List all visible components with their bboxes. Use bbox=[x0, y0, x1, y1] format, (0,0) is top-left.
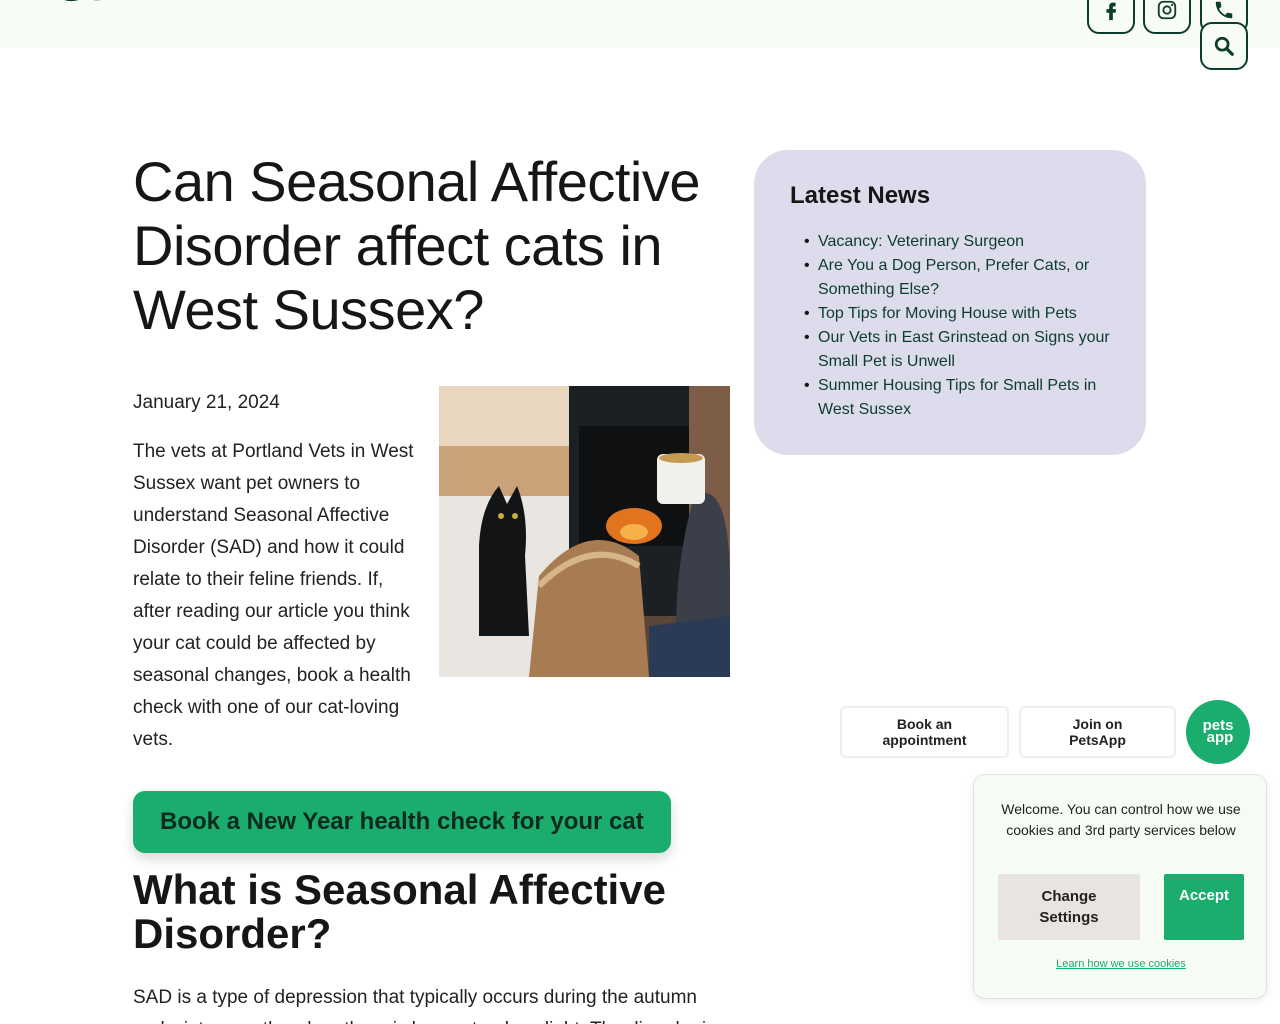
instagram-icon bbox=[1157, 0, 1177, 20]
news-item[interactable]: Are You a Dog Person, Prefer Cats, or So… bbox=[804, 254, 1110, 302]
section-body: SAD is a type of depression that typical… bbox=[133, 987, 716, 1024]
page-title: Can Seasonal Affective Disorder affect c… bbox=[133, 150, 701, 341]
article-intro: The vets at Portland Vets in West Sussex… bbox=[133, 441, 414, 750]
book-health-check-button[interactable]: Book a New Year health check for your ca… bbox=[133, 791, 671, 853]
cat-by-fireplace-image bbox=[439, 386, 730, 677]
join-petsapp-button[interactable]: Join on PetsApp bbox=[1019, 706, 1176, 758]
news-item[interactable]: Vacancy: Veterinary Surgeon bbox=[804, 230, 1110, 254]
facebook-icon bbox=[1106, 2, 1117, 21]
section-heading: What is Seasonal Affective Disorder? bbox=[133, 866, 666, 957]
site-header bbox=[0, 0, 1280, 48]
search-button[interactable] bbox=[1200, 22, 1248, 70]
accept-cookies-button[interactable]: Accept bbox=[1164, 874, 1244, 940]
book-appointment-button[interactable]: Book an appointment bbox=[840, 706, 1009, 758]
change-settings-button[interactable]: Change Settings bbox=[998, 874, 1140, 940]
article: Can Seasonal Affective Disorder affect c… bbox=[133, 150, 733, 1024]
book-appointment-label: Book an appointment bbox=[882, 716, 967, 748]
learn-cookies-link[interactable]: Learn how we use cookies bbox=[974, 958, 1268, 970]
news-item[interactable]: Top Tips for Moving House with Pets bbox=[804, 302, 1110, 326]
latest-news-list: Vacancy: Veterinary Surgeon Are You a Do… bbox=[790, 230, 1110, 422]
cookie-banner: Welcome. You can control how we use cook… bbox=[973, 774, 1267, 999]
instagram-button[interactable] bbox=[1143, 0, 1191, 34]
latest-news-panel: Latest News Vacancy: Veterinary Surgeon … bbox=[754, 150, 1146, 455]
petsapp-launcher-button[interactable]: pets app bbox=[1186, 700, 1250, 764]
phone-icon bbox=[1215, 1, 1233, 19]
news-item[interactable]: Our Vets in East Grinstead on Signs your… bbox=[804, 326, 1110, 374]
article-date: January 21, 2024 bbox=[133, 392, 280, 413]
facebook-button[interactable] bbox=[1087, 0, 1135, 34]
join-petsapp-label: Join on PetsApp bbox=[1069, 716, 1126, 748]
article-image bbox=[439, 386, 730, 677]
change-settings-label: Change Settings bbox=[1039, 888, 1099, 926]
latest-news-heading: Latest News bbox=[790, 182, 931, 209]
cookie-message: Welcome. You can control how we use cook… bbox=[1001, 801, 1241, 838]
logo[interactable] bbox=[58, 0, 198, 2]
news-item[interactable]: Summer Housing Tips for Small Pets in We… bbox=[804, 374, 1110, 422]
search-icon bbox=[1214, 36, 1234, 56]
petsapp-logo-line2: app bbox=[1206, 729, 1234, 746]
